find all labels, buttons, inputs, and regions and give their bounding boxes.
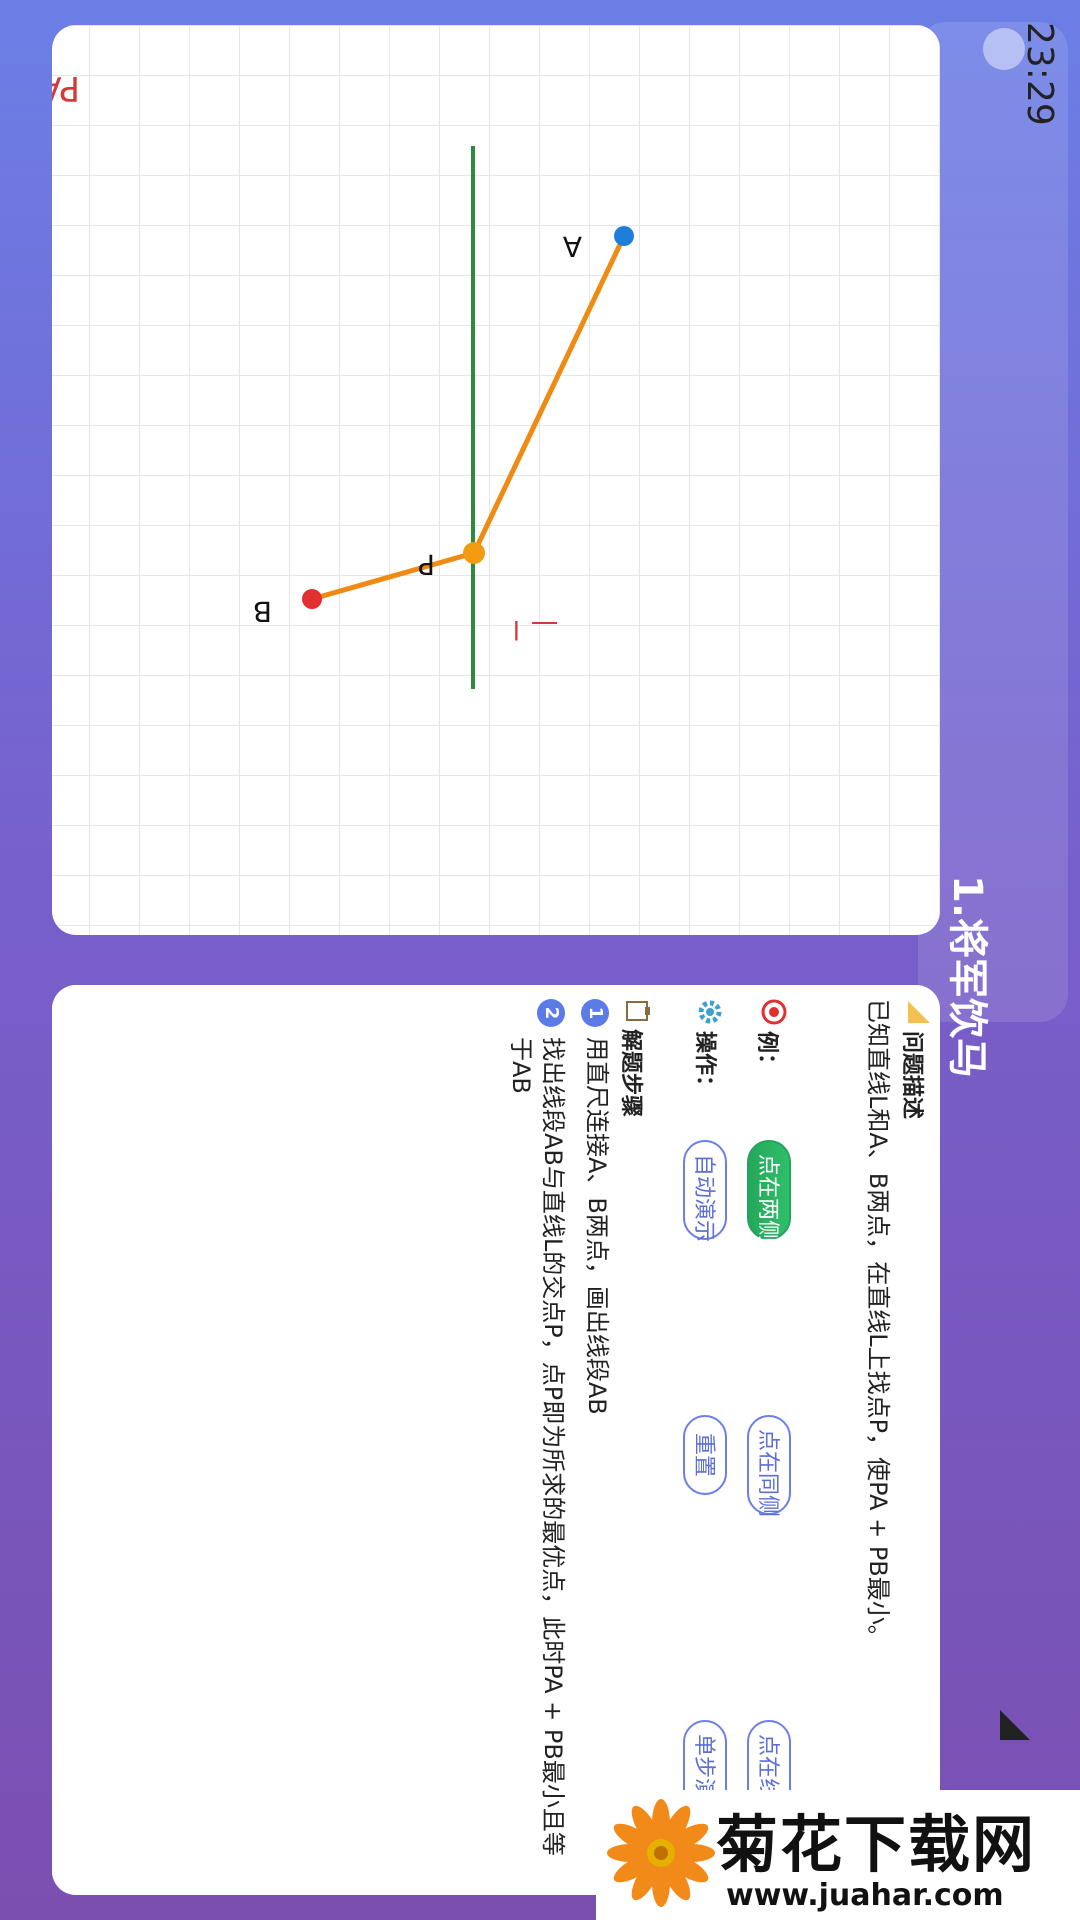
step-number-1: 1 xyxy=(581,999,609,1027)
steps-heading: 解题步骤 xyxy=(618,1029,643,1118)
watermark-url: www.juahar.com xyxy=(726,1878,1004,1913)
target-icon xyxy=(761,999,787,1025)
operations-heading: 操作： xyxy=(692,1031,717,1098)
page-title: 1.将军饮马 xyxy=(944,875,990,1079)
watermark-title: 菊花下载网 xyxy=(716,1808,1037,1881)
problem-heading: 问题描述 xyxy=(899,1031,924,1120)
label-a: A xyxy=(563,230,582,263)
landscape-stage: 23:29 1.将军饮马 问题描述 已知直线L和A、B两点，在直线L上找点P，使… xyxy=(0,0,1080,1920)
clipboard-icon xyxy=(626,1001,650,1021)
option-both-sides-button[interactable]: 点在两侧 xyxy=(747,1140,791,1242)
point-p[interactable] xyxy=(463,542,485,564)
sum-readout: PA+PB = 10.78 xyxy=(52,68,80,108)
geometry-svg: l A B P PA+PB = 10.78 xyxy=(52,25,940,935)
step-number-2: 2 xyxy=(537,999,565,1027)
step-text-1: 用直尺连接A、B两点，画出线段AB xyxy=(583,1037,611,1415)
auto-demo-button[interactable]: 自动演示 xyxy=(683,1140,727,1242)
option-same-side-button[interactable]: 点在同侧 xyxy=(747,1415,791,1517)
watermark: 菊花下载网 www.juahar.com xyxy=(596,1790,1080,1920)
flower-logo-icon xyxy=(607,1799,715,1907)
floating-dot-button[interactable] xyxy=(983,28,1025,70)
label-p: P xyxy=(418,548,435,581)
point-a[interactable] xyxy=(614,226,634,246)
info-panel: 问题描述 已知直线L和A、B两点，在直线L上找点P，使PA + PB最小。 例：… xyxy=(52,985,940,1895)
problem-text: 已知直线L和A、B两点，在直线L上找点P，使PA + PB最小。 xyxy=(864,999,892,1649)
operations-card: 例： 点在两侧 点在同侧 点在线… 操作： 自动演示 重置 单步演示 xyxy=(663,985,793,1895)
gear-icon xyxy=(698,1000,722,1024)
steps-card: 解题步骤 1 用直尺连接A、B两点，画出线段AB 2 找出线段AB与直线L的交点… xyxy=(52,985,657,1895)
label-b: B xyxy=(253,595,272,628)
step-text-2: 找出线段AB与直线L的交点P，点P即为所求的最优点，此时PA + PB最小且等于… xyxy=(507,1037,567,1856)
line-l-label: l xyxy=(513,614,520,644)
ruler-icon xyxy=(908,1001,930,1023)
example-heading: 例： xyxy=(754,1031,779,1076)
problem-card: 问题描述 已知直线L和A、B两点，在直线L上找点P，使PA + PB最小。 xyxy=(800,985,940,1895)
status-time: 23:29 xyxy=(1019,22,1060,126)
reset-button[interactable]: 重置 xyxy=(683,1415,727,1495)
corner-decoration-icon xyxy=(1000,1710,1030,1740)
top-bar xyxy=(918,22,1068,1022)
point-b[interactable] xyxy=(302,589,322,609)
geometry-canvas[interactable]: l A B P PA+PB = 10.78 xyxy=(52,25,940,935)
